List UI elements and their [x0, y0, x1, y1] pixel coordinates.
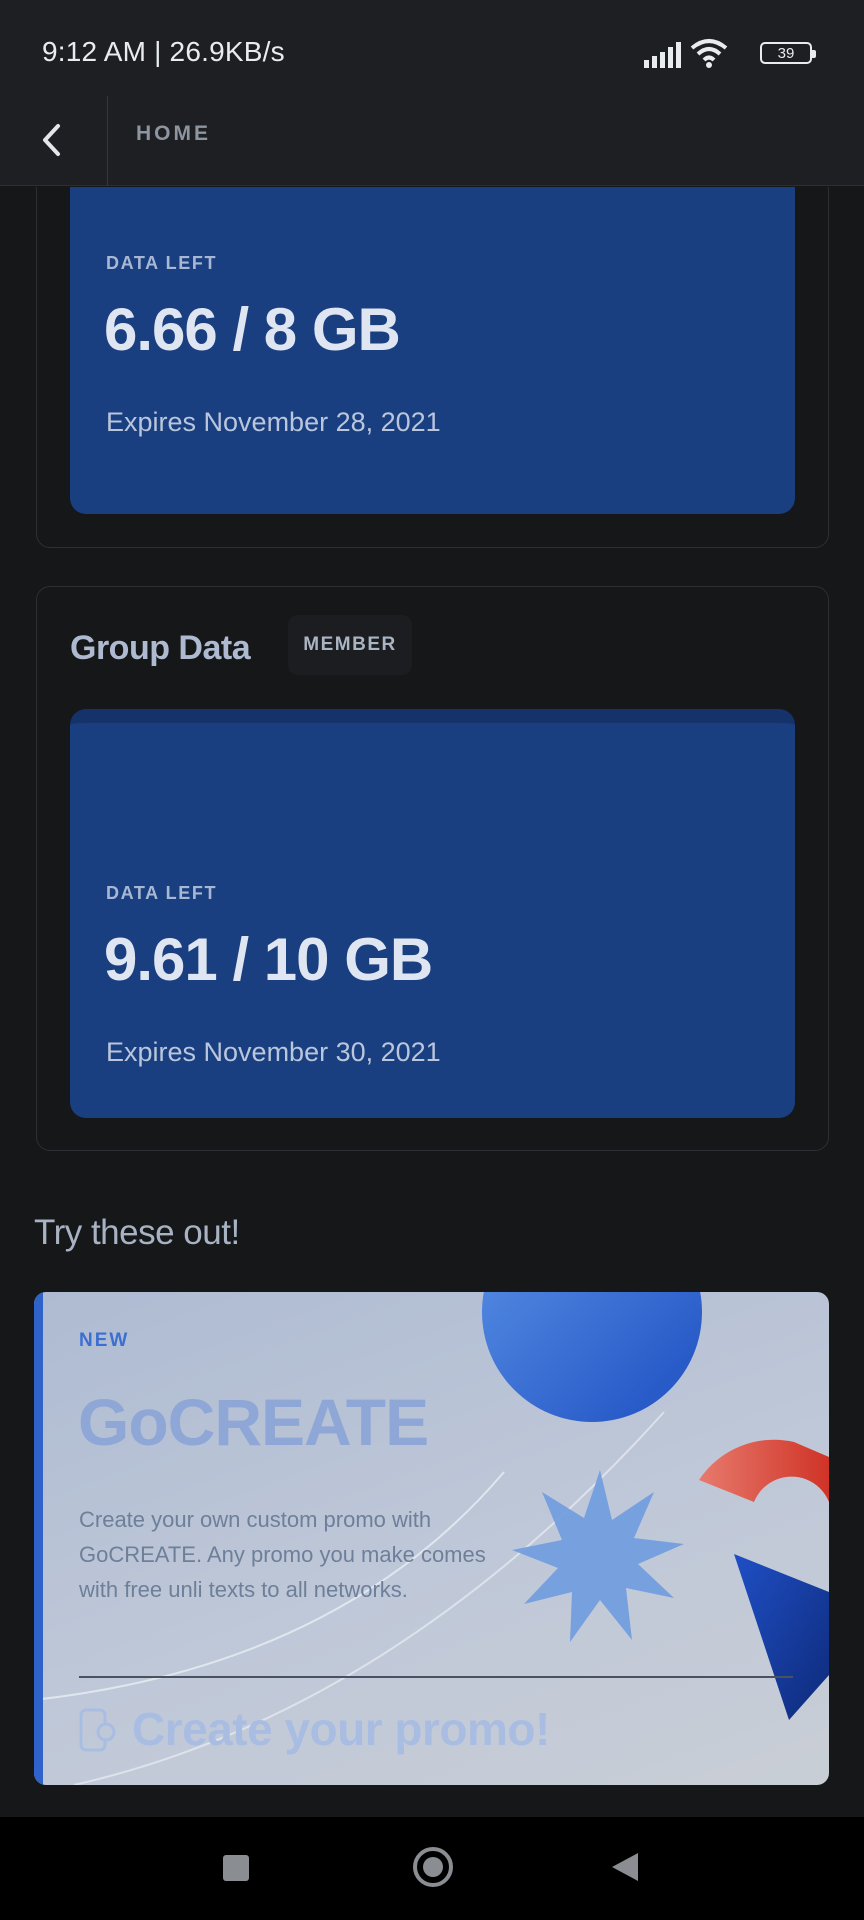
home-content[interactable]: DATA LEFT 6.66 / 8 GB Expires November 2… — [0, 187, 864, 1816]
data-left-value: 6.66 / 8 GB — [104, 296, 401, 363]
home-circle-icon[interactable] — [413, 1847, 453, 1887]
app-header: HOME — [0, 96, 864, 186]
member-badge: MEMBER — [288, 615, 412, 675]
back-button[interactable] — [28, 114, 80, 166]
promo-title: GoCREATE — [78, 1385, 429, 1459]
header-divider — [107, 96, 108, 186]
data-expiry: Expires November 28, 2021 — [106, 407, 441, 437]
battery-icon: 39 — [760, 42, 816, 64]
personal-data-panel[interactable]: DATA LEFT 6.66 / 8 GB Expires November 2… — [70, 187, 795, 514]
promo-description: Create your own custom promo with GoCREA… — [79, 1507, 486, 1602]
chevron-left-icon — [43, 124, 60, 156]
red-arc-shape — [699, 1439, 829, 1532]
data-left-label: DATA LEFT — [106, 883, 218, 903]
blue-sphere-shape — [482, 1292, 702, 1422]
data-left-value: 9.61 / 10 GB — [104, 926, 433, 993]
starburst-shape — [512, 1470, 684, 1642]
recents-square-icon[interactable] — [223, 1855, 249, 1881]
page-title: HOME — [136, 122, 211, 145]
promo-accent-bar — [34, 1292, 43, 1785]
promo-new-tag: NEW — [79, 1330, 130, 1351]
system-nav-bar — [0, 1817, 864, 1920]
status-time: 9:12 AM | 26.9KB/s — [42, 36, 285, 67]
group-data-title: Group Data — [70, 629, 251, 667]
promo-divider — [79, 1676, 793, 1678]
data-expiry: Expires November 30, 2021 — [106, 1037, 441, 1067]
status-icons: 39 — [598, 36, 818, 70]
section-title: Try these out! — [34, 1213, 240, 1252]
battery-level: 39 — [777, 45, 795, 62]
group-data-panel[interactable]: DATA LEFT 9.61 / 10 GB Expires November … — [70, 709, 795, 1118]
blue-triangle-shape — [734, 1554, 829, 1720]
wifi-icon — [690, 39, 728, 68]
signal-icon — [644, 42, 681, 68]
promo-card-gocreate[interactable]: NEW GoCREATE Create your own custom prom… — [34, 1292, 829, 1785]
status-bar: 9:12 AM | 26.9KB/s 39 — [0, 0, 864, 96]
data-left-label: DATA LEFT — [106, 253, 218, 273]
phone-promo-icon — [79, 1708, 116, 1752]
back-triangle-icon[interactable] — [610, 1851, 640, 1883]
create-promo-button[interactable]: Create your promo! — [132, 1702, 550, 1756]
